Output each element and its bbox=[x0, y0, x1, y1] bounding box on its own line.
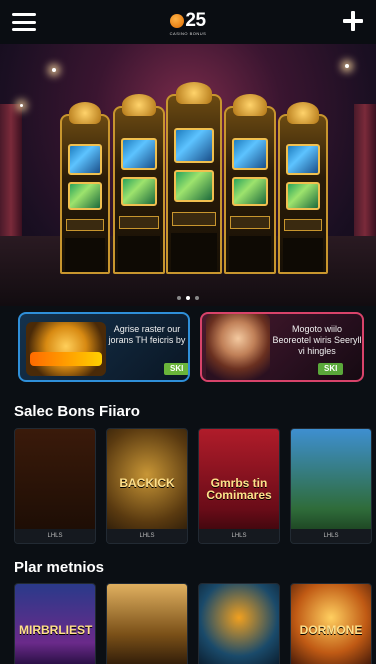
sparkle-icon bbox=[345, 64, 349, 68]
promo-art-image bbox=[26, 322, 106, 376]
menu-icon[interactable] bbox=[12, 13, 36, 31]
game-name: DORMONE bbox=[299, 623, 363, 637]
game-label: LHLS bbox=[291, 529, 371, 543]
game-tile[interactable]: BACKICK LHLS bbox=[106, 428, 188, 544]
slot-machine bbox=[113, 94, 165, 274]
slot-machine bbox=[166, 82, 222, 274]
game-name: BACKICK bbox=[119, 476, 175, 490]
promo-card[interactable]: Agrise raster our jorans TH feicris by S… bbox=[18, 312, 190, 382]
game-tile[interactable]: Gmrbs tin Comimares LHLS bbox=[198, 428, 280, 544]
slot-machine bbox=[278, 102, 328, 274]
sparkle-icon bbox=[20, 104, 23, 107]
brand-logo[interactable]: 25 CASINO BONUS bbox=[170, 10, 207, 36]
top-bar: 25 CASINO BONUS bbox=[0, 0, 376, 44]
promo-text: Agrise raster our jorans TH feicris by bbox=[108, 324, 186, 345]
game-tile[interactable]: MIRBRLIEST bbox=[14, 583, 96, 664]
game-tile[interactable]: LHLS bbox=[14, 428, 96, 544]
game-row: LHLS BACKICK LHLS Gmrbs tin Comimares LH… bbox=[0, 428, 376, 544]
game-tile[interactable]: DORMONE bbox=[290, 583, 372, 664]
promo-text: Mogoto wiilo Beoreotel wiris Seeryll vi … bbox=[272, 324, 362, 356]
carousel-dot[interactable] bbox=[195, 296, 199, 300]
game-tile[interactable] bbox=[198, 583, 280, 664]
promo-art-image bbox=[206, 314, 270, 380]
game-name: MIRBRLIEST bbox=[19, 623, 93, 637]
carousel-dots bbox=[0, 296, 376, 300]
game-tile[interactable]: LHLS bbox=[290, 428, 372, 544]
logo-coin-icon bbox=[170, 14, 185, 28]
promo-badge[interactable]: SKI bbox=[318, 363, 344, 375]
section-title: Plar metnios bbox=[14, 559, 105, 576]
promo-card[interactable]: Mogoto wiilo Beoreotel wiris Seeryll vi … bbox=[200, 312, 364, 382]
game-tile[interactable] bbox=[106, 583, 188, 664]
slot-machine bbox=[60, 102, 110, 274]
slot-machine bbox=[224, 94, 276, 274]
section-title: Salec Bons Fiiaro bbox=[14, 403, 140, 420]
game-name: Gmrbs tin Comimares bbox=[206, 476, 272, 502]
game-label: LHLS bbox=[15, 529, 95, 543]
logo-subtitle: CASINO BONUS bbox=[169, 31, 207, 36]
carousel-dot-active[interactable] bbox=[186, 296, 190, 300]
game-label: LHLS bbox=[199, 529, 279, 543]
hero-carousel[interactable] bbox=[0, 44, 376, 306]
promo-badge[interactable]: SKI bbox=[164, 363, 188, 375]
sparkle-icon bbox=[52, 68, 56, 72]
add-icon[interactable] bbox=[342, 10, 364, 32]
game-row: MIRBRLIEST DORMONE bbox=[0, 583, 376, 664]
carousel-dot[interactable] bbox=[177, 296, 181, 300]
logo-text: 25 bbox=[185, 10, 206, 31]
game-label: LHLS bbox=[107, 529, 187, 543]
